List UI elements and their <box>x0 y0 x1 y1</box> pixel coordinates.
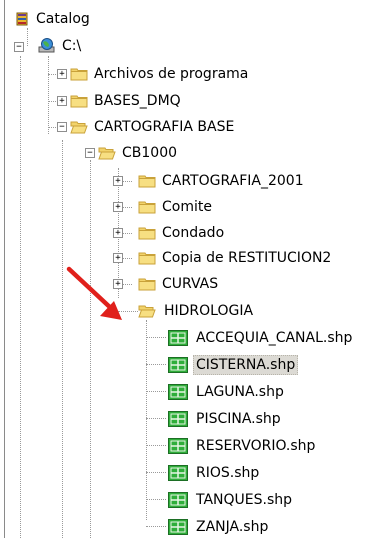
tree-connector <box>20 56 21 538</box>
tree-node-label: CB1000 <box>122 145 178 161</box>
tree-connector <box>146 320 147 520</box>
folder-icon <box>70 94 88 112</box>
catalog-tree: Catalog − C:\ + Archivos de programa + B… <box>0 0 390 538</box>
tree-node-label: CISTERNA.shp <box>193 355 299 375</box>
folder-icon <box>138 251 156 269</box>
tree-connector <box>146 472 166 473</box>
tree-connector <box>90 160 91 538</box>
tree-node-folder[interactable]: BASES_DMQ <box>70 88 270 114</box>
expand-toggle[interactable]: + <box>113 253 123 263</box>
tree-node-label: CARTOGRAFIA BASE <box>94 119 235 135</box>
tree-node-label: Copia de RESTITUCION2 <box>162 250 332 266</box>
collapse-toggle[interactable]: − <box>14 42 24 52</box>
tree-node-label: HIDROLOGIA <box>164 303 254 319</box>
tree-node-shapefile[interactable]: RIOS.shp <box>168 460 388 486</box>
tree-node-label: CARTOGRAFIA_2001 <box>162 173 304 189</box>
tree-node-shapefile-selected[interactable]: CISTERNA.shp <box>168 352 388 378</box>
expand-toggle[interactable]: + <box>57 96 67 106</box>
tree-connector <box>146 445 166 446</box>
tree-node-label: Comite <box>162 199 212 215</box>
tree-node-shapefile[interactable]: PISCINA.shp <box>168 406 388 432</box>
tree-connector <box>48 56 49 134</box>
tree-node-label: ZANJA.shp <box>196 519 269 535</box>
tree-node-label: RESERVORIO.shp <box>196 438 316 454</box>
red-arrow-annotation <box>66 266 122 320</box>
tree-connector <box>146 499 166 500</box>
folder-icon <box>138 277 156 295</box>
collapse-toggle[interactable]: − <box>85 148 95 158</box>
tree-node-shapefile[interactable]: RESERVORIO.shp <box>168 433 388 459</box>
tree-connector <box>146 364 166 365</box>
tree-node-folder-hidrologia[interactable]: HIDROLOGIA <box>138 298 338 324</box>
expand-toggle[interactable]: + <box>57 69 67 79</box>
polygon-shapefile-icon <box>168 411 188 431</box>
tree-connector <box>146 526 166 527</box>
tree-connector <box>146 391 166 392</box>
tree-node-label: C:\ <box>62 38 82 54</box>
open-folder-icon <box>70 120 88 138</box>
tree-node-folder[interactable]: Copia de RESTITUCION2 <box>138 245 388 271</box>
folder-icon <box>138 174 156 192</box>
expand-toggle[interactable]: + <box>113 202 123 212</box>
tree-connector <box>146 418 166 419</box>
tree-node-catalog[interactable]: Catalog <box>14 7 164 33</box>
tree-node-shapefile[interactable]: ACCEQUIA_CANAL.shp <box>168 325 388 351</box>
tree-node-folder[interactable]: CARTOGRAFIA_2001 <box>138 168 378 194</box>
polygon-shapefile-icon <box>168 330 188 350</box>
tree-connector <box>62 140 63 538</box>
tree-connector <box>146 337 166 338</box>
tree-node-folder[interactable]: Comite <box>138 194 338 220</box>
drive-globe-icon <box>38 38 56 58</box>
tree-node-label: PISCINA.shp <box>196 411 281 427</box>
tree-node-label: Condado <box>162 225 225 241</box>
polygon-shapefile-icon <box>168 465 188 485</box>
tree-node-folder[interactable]: CURVAS <box>138 271 338 297</box>
collapse-toggle[interactable]: − <box>57 122 67 132</box>
tree-node-label: Archivos de programa <box>94 66 249 82</box>
polygon-shapefile-icon <box>168 357 188 377</box>
folder-icon <box>138 200 156 218</box>
expand-toggle[interactable]: + <box>113 228 123 238</box>
tree-node-label: LAGUNA.shp <box>196 384 284 400</box>
tree-node-label: RIOS.shp <box>196 465 260 481</box>
polygon-shapefile-icon <box>168 519 188 539</box>
tree-node-drive-c[interactable]: C:\ <box>38 33 158 59</box>
tree-node-label: BASES_DMQ <box>94 93 181 109</box>
tree-node-shapefile[interactable]: LAGUNA.shp <box>168 379 388 405</box>
tree-node-shapefile[interactable]: ZANJA.shp <box>168 514 388 540</box>
tree-node-label: CURVAS <box>162 276 219 292</box>
polygon-shapefile-icon <box>168 438 188 458</box>
expand-toggle[interactable]: + <box>113 176 123 186</box>
open-folder-icon <box>138 304 156 322</box>
tree-node-folder[interactable]: CARTOGRAFIA BASE <box>70 114 310 140</box>
tree-node-label: ACCEQUIA_CANAL.shp <box>196 330 353 346</box>
polygon-shapefile-icon <box>168 492 188 512</box>
polygon-shapefile-icon <box>168 384 188 404</box>
tree-node-folder[interactable]: CB1000 <box>98 140 298 166</box>
folder-icon <box>138 226 156 244</box>
open-folder-icon <box>98 146 116 164</box>
tree-node-shapefile[interactable]: TANQUES.shp <box>168 487 388 513</box>
tree-node-folder[interactable]: Condado <box>138 220 338 246</box>
tree-node-label: TANQUES.shp <box>196 492 293 508</box>
folder-icon <box>70 67 88 85</box>
tree-node-folder[interactable]: Archivos de programa <box>70 61 310 87</box>
tree-node-label: Catalog <box>36 11 90 27</box>
catalog-icon <box>14 11 30 31</box>
